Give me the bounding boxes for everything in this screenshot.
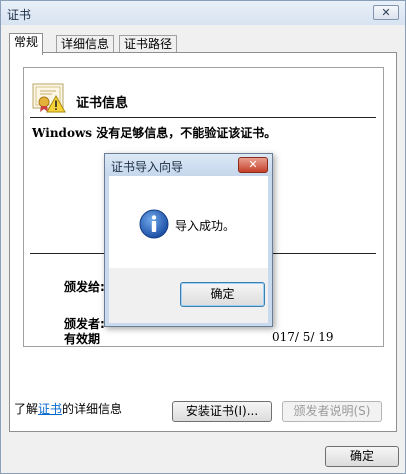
window-titlebar[interactable]: 证书 ✕ — [1, 1, 405, 25]
dialog-titlebar[interactable]: 证书导入向导 ✕ — [105, 154, 272, 176]
ok-button[interactable]: 确定 — [325, 446, 399, 467]
learn-more-text: 了解证书的详细信息 — [14, 400, 122, 417]
install-certificate-button[interactable]: 安装证书(I)... — [172, 401, 272, 422]
window-close-button[interactable]: ✕ — [373, 5, 399, 20]
certificate-warning-text: Windows 没有足够信息，不能验证该证书。 — [32, 126, 277, 140]
certificate-info-title: 证书信息 — [76, 96, 129, 111]
info-icon — [139, 209, 169, 239]
learn-more-suffix: 的详细信息 — [62, 402, 123, 416]
issued-to-label: 颁发给: — [64, 280, 105, 294]
divider-top — [30, 117, 376, 118]
dialog-close-button[interactable]: ✕ — [238, 157, 268, 173]
issuer-statement-button[interactable]: 颁发者说明(S) — [282, 401, 382, 422]
dialog-content: 导入成功。 — [109, 176, 268, 268]
certificate-window: 证书 ✕ 常规 详细信息 证书路径 证书信息 Windows 没有足够信息，不能… — [0, 0, 406, 474]
learn-more-prefix: 了解 — [14, 402, 39, 416]
dialog-title: 证书导入向导 — [111, 160, 184, 174]
valid-period-label: 有效期 — [64, 332, 101, 346]
tab-general[interactable]: 常规 — [9, 33, 44, 55]
dialog-message: 导入成功。 — [175, 219, 236, 233]
dialog-footer: 确定 — [109, 268, 268, 323]
window-title: 证书 — [7, 8, 32, 22]
certificate-warning-icon — [32, 83, 66, 113]
dialog-ok-button[interactable]: 确定 — [180, 282, 265, 307]
valid-to-date: 017/ 5/ 19 — [272, 330, 334, 344]
learn-more-link[interactable]: 证书 — [38, 402, 62, 416]
import-wizard-dialog: 证书导入向导 ✕ 导入成功。 确定 — [104, 153, 273, 327]
